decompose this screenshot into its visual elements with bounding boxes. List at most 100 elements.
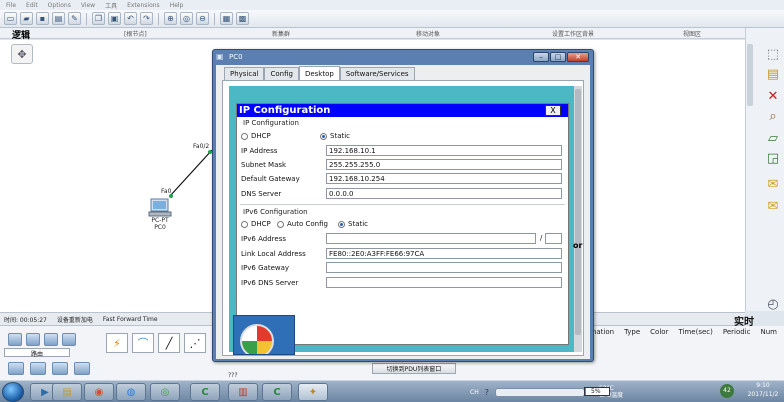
auto-connection-icon[interactable]: ⚡	[106, 333, 128, 353]
ipv4-dhcp-radio[interactable]	[241, 133, 248, 140]
menu-help[interactable]: Help	[170, 2, 184, 9]
desktop-app-icon[interactable]	[233, 315, 295, 355]
menu-options[interactable]: Options	[48, 2, 71, 9]
pc-icon[interactable]	[148, 198, 172, 218]
redo-icon[interactable]: ↷	[140, 12, 153, 25]
ipv6-address-field[interactable]	[326, 233, 536, 244]
note-icon[interactable]: ▤	[764, 66, 782, 82]
green-app-icon[interactable]: ◎	[150, 383, 180, 401]
root-node-link[interactable]: [根节点]	[124, 29, 147, 38]
multiuser-icon[interactable]	[74, 362, 90, 375]
activity-wizard-icon[interactable]: ✎	[68, 12, 81, 25]
ipv6-static-radio[interactable]	[338, 221, 345, 228]
menu-view[interactable]: View	[81, 2, 95, 9]
zoom-out-icon[interactable]: ⊖	[196, 12, 209, 25]
switch-category-icon[interactable]	[26, 333, 40, 346]
start-button[interactable]	[2, 382, 24, 402]
logical-view-tab[interactable]: 逻辑	[2, 28, 38, 41]
navigation-icon[interactable]: ✥	[11, 44, 33, 64]
camtasia-icon[interactable]: C	[190, 383, 220, 401]
zoom-reset-icon[interactable]: ◎	[180, 12, 193, 25]
undo-icon[interactable]: ↶	[124, 12, 137, 25]
menu-file[interactable]: File	[6, 2, 16, 9]
console-cable-icon[interactable]: ⌒	[132, 333, 154, 353]
help-icon[interactable]: ?	[485, 388, 489, 397]
packet-tracer-icon[interactable]: ✦	[298, 383, 328, 401]
ip-address-field[interactable]: 192.168.10.1	[326, 145, 562, 156]
tab-config[interactable]: Config	[264, 67, 299, 80]
maximize-button[interactable]: □	[550, 52, 566, 62]
custom-device-category-icon[interactable]	[52, 362, 68, 375]
straight-cable-icon[interactable]: ╱	[158, 333, 180, 353]
paste-icon[interactable]: ▣	[108, 12, 121, 25]
new-file-icon[interactable]: ▭	[4, 12, 17, 25]
ipv6-prefix-field[interactable]	[545, 233, 562, 244]
chrome-icon[interactable]: ◉	[84, 383, 114, 401]
tools-scrollbar[interactable]	[747, 44, 753, 106]
wan-emulation-icon[interactable]	[30, 362, 46, 375]
ipv4-static-label: Static	[330, 132, 351, 140]
ip-config-close-button[interactable]: X	[545, 105, 561, 116]
notification-badge[interactable]: 42	[720, 384, 734, 398]
clock-time: 9:10	[756, 382, 770, 389]
end-device-icon[interactable]	[8, 362, 24, 375]
desktop-scrollbar-thumb[interactable]	[575, 89, 581, 335]
open-folder-icon[interactable]: ▰	[20, 12, 33, 25]
viewport-link[interactable]: 视图区	[683, 29, 701, 38]
fast-forward-button[interactable]: Fast Forward Time	[103, 316, 158, 323]
link-local-field[interactable]: FE80::2E0:A3FF:FE66:97CA	[326, 248, 562, 259]
new-cluster-link[interactable]: 新集群	[272, 29, 290, 38]
zoom-in-icon[interactable]: ⊕	[164, 12, 177, 25]
ipv6-auto-config-radio[interactable]	[277, 221, 284, 228]
move-object-link[interactable]: 移动对象	[416, 29, 440, 38]
minimize-button[interactable]: –	[533, 52, 549, 62]
file-explorer-icon[interactable]: ▤	[52, 383, 82, 401]
inspect-icon[interactable]: ⌕	[764, 108, 782, 124]
tab-desktop[interactable]: Desktop	[298, 66, 340, 80]
power-cycle-button[interactable]: 设备重新加电	[57, 315, 93, 324]
save-icon[interactable]: ▪	[36, 12, 49, 25]
hub-category-icon[interactable]	[44, 333, 58, 346]
router-category-icon[interactable]	[8, 333, 22, 346]
crossover-cable-icon[interactable]: ⋰	[184, 333, 206, 353]
ipv6-dns-field[interactable]	[326, 277, 562, 288]
toggle-pdu-list-button[interactable]: 切换到PDU列表窗口	[372, 363, 456, 374]
close-window-button[interactable]: ✕	[567, 52, 589, 62]
browser-icon[interactable]: ◍	[116, 383, 146, 401]
search-box[interactable]	[494, 387, 585, 397]
resize-shape-icon[interactable]: ◲	[764, 150, 782, 166]
menu-edit[interactable]: Edit	[26, 2, 38, 9]
input-method-label[interactable]: CH	[470, 389, 479, 396]
ipv6-dhcp-radio[interactable]	[241, 221, 248, 228]
custom-device-icon[interactable]: ▩	[236, 12, 249, 25]
battery-indicator[interactable]: 5%	[584, 387, 610, 396]
simple-pdu-icon[interactable]: ✉	[764, 176, 782, 192]
ipv4-section-title: IP Configuration	[243, 119, 299, 127]
menu-tools[interactable]: 工具	[105, 1, 117, 10]
draw-shape-icon[interactable]: ▱	[764, 130, 782, 146]
system-tray: CH ? 53°C CPU温度	[470, 383, 784, 401]
device-category-caption: 路由	[4, 348, 70, 358]
ipv6-gateway-field[interactable]	[326, 262, 562, 273]
ipv4-static-radio[interactable]	[320, 133, 327, 140]
dns-server-field[interactable]: 0.0.0.0	[326, 188, 562, 199]
menu-bar: File Edit Options View 工具 Extensions Hel…	[0, 0, 784, 10]
realtime-clock-icon[interactable]: ◴	[764, 296, 782, 312]
default-gateway-field[interactable]: 192.168.10.254	[326, 173, 562, 184]
complex-pdu-icon[interactable]: ✉	[764, 198, 782, 214]
print-icon[interactable]: ▤	[52, 12, 65, 25]
camtasia-recorder-icon[interactable]: C	[262, 383, 292, 401]
copy-icon[interactable]: ❐	[92, 12, 105, 25]
wireless-category-icon[interactable]	[62, 333, 76, 346]
select-icon[interactable]: ⬚	[764, 46, 782, 62]
taskbar-clock[interactable]: 9:10 2017/11/2	[743, 381, 783, 399]
subnet-mask-field[interactable]: 255.255.255.0	[326, 159, 562, 170]
tab-physical[interactable]: Physical	[224, 67, 265, 80]
set-background-link[interactable]: 设置工作区背景	[552, 29, 594, 38]
delete-icon[interactable]: ✕	[764, 88, 782, 104]
pdf-reader-icon[interactable]: ▥	[228, 383, 258, 401]
palette-icon[interactable]: ▦	[220, 12, 233, 25]
tab-software-services[interactable]: Software/Services	[339, 67, 415, 80]
toolbar-divider	[214, 12, 215, 25]
menu-extensions[interactable]: Extensions	[127, 2, 160, 9]
